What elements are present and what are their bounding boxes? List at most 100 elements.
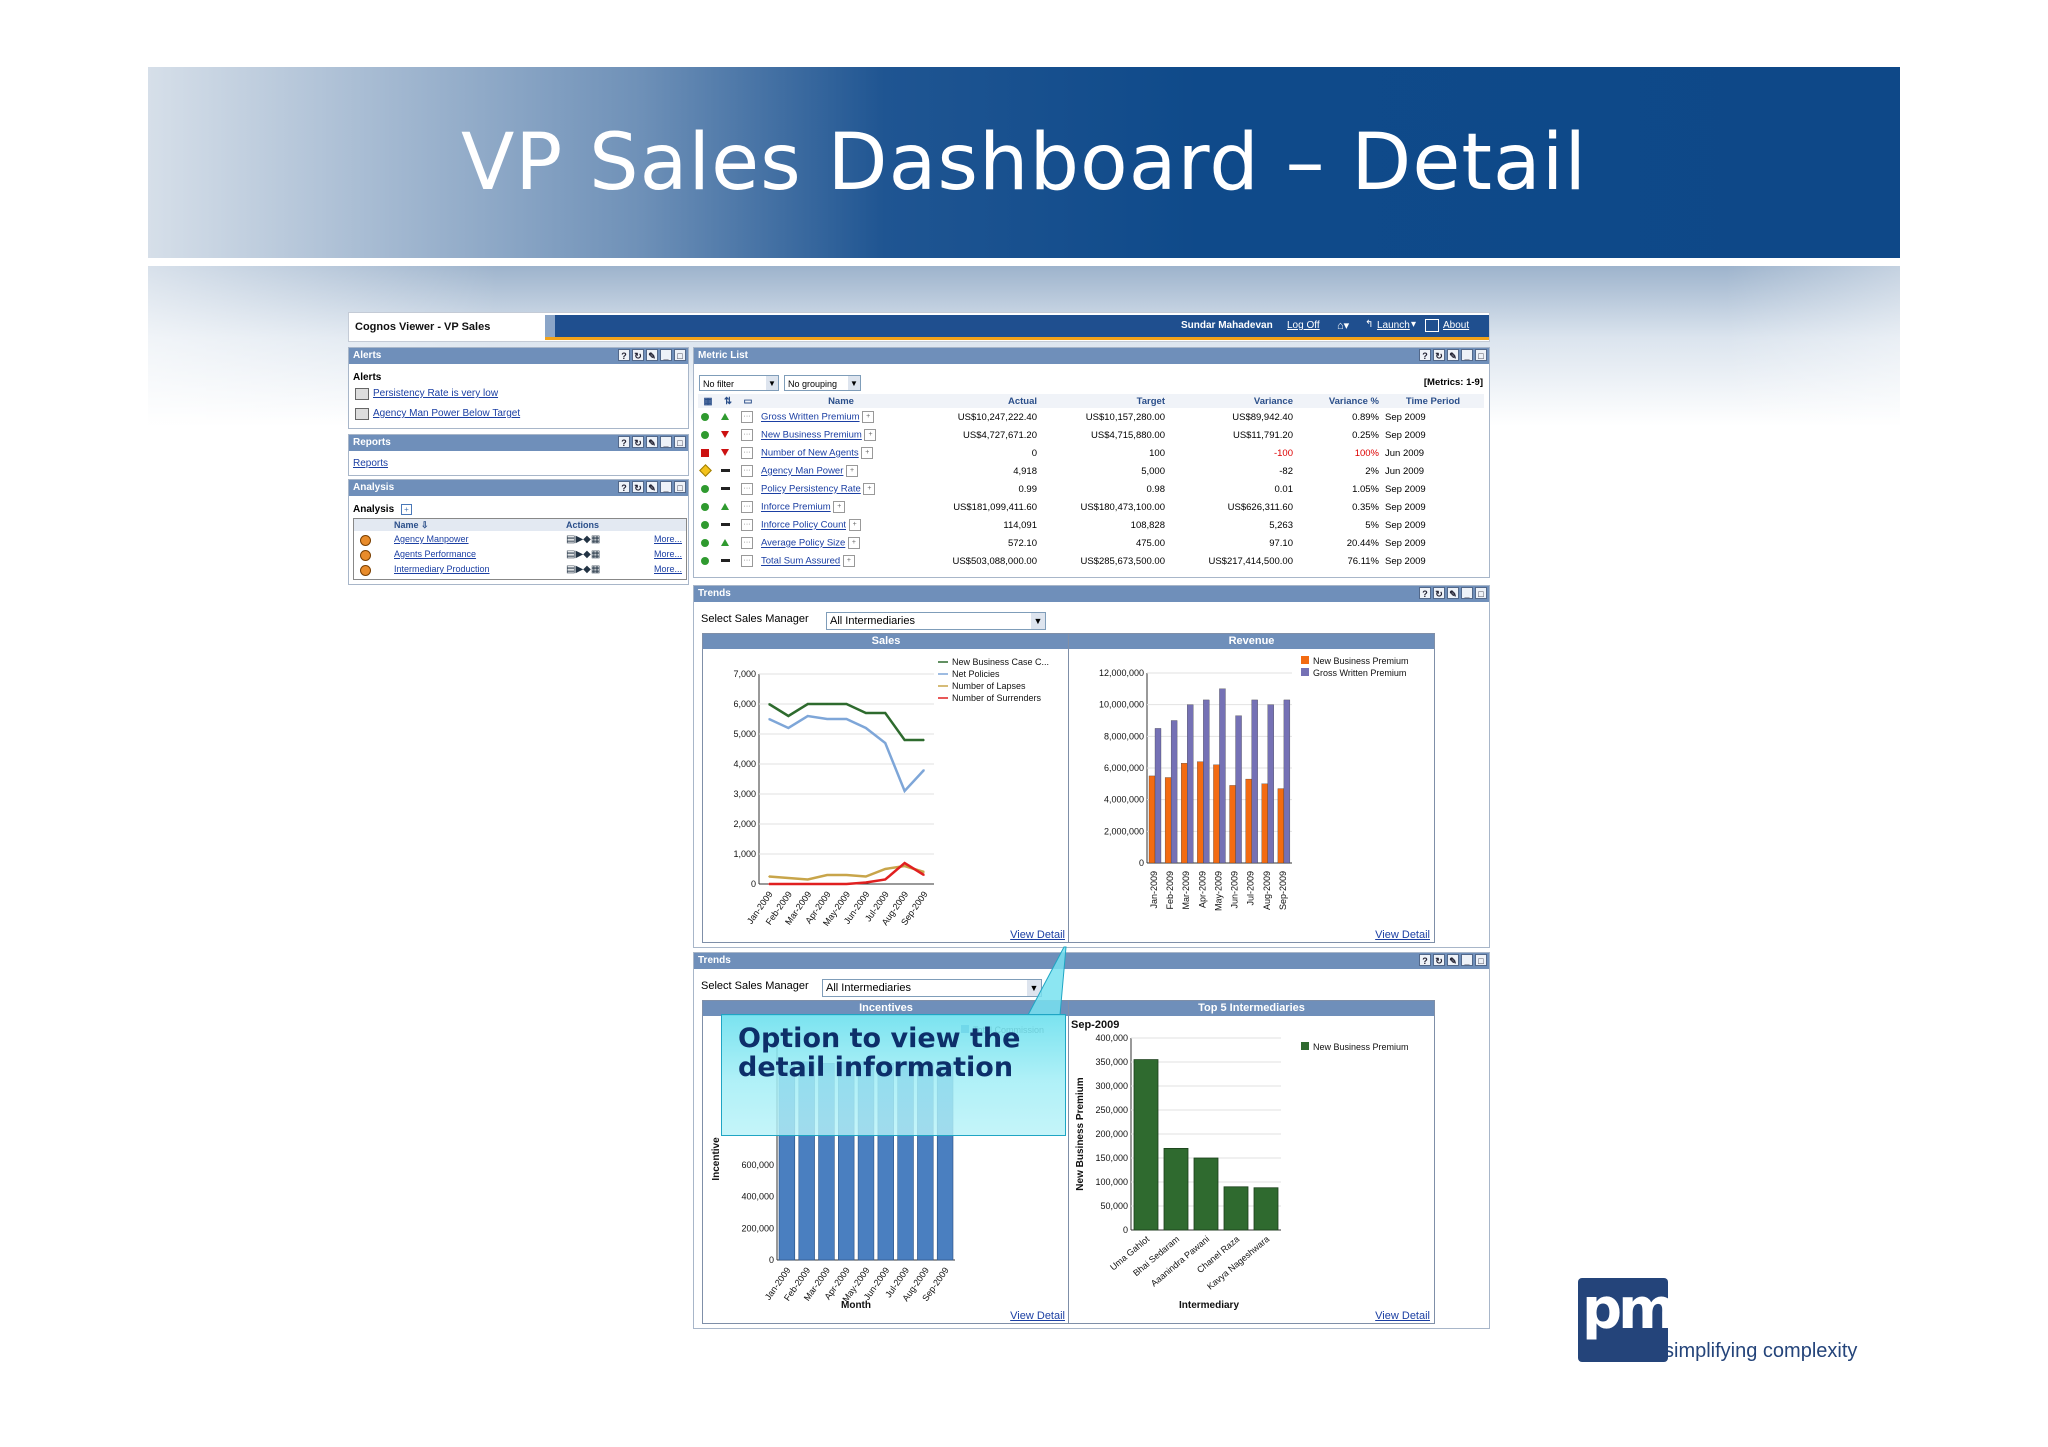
- analysis-item-agents-performance[interactable]: Agents Performance: [394, 549, 476, 559]
- maximize-icon[interactable]: □: [1475, 587, 1487, 599]
- status-green-icon: [701, 538, 709, 547]
- analysis-item-intermediary-production[interactable]: Intermediary Production: [394, 564, 490, 574]
- y-tick-label: 200,000: [1095, 1129, 1128, 1139]
- analysis-header: Analysis ? ↻ ✎ _ □: [349, 480, 688, 496]
- detail-col-icon[interactable]: ▭: [738, 394, 758, 408]
- col-variance[interactable]: Variance: [1168, 394, 1296, 408]
- refresh-icon[interactable]: ↻: [1433, 954, 1445, 966]
- maximize-icon[interactable]: □: [674, 481, 686, 493]
- metric-name-link[interactable]: Agency Man Power: [761, 466, 843, 477]
- edit-icon[interactable]: ✎: [646, 436, 658, 448]
- minimize-icon[interactable]: _: [660, 481, 672, 493]
- help-icon[interactable]: ?: [1419, 587, 1431, 599]
- maximize-icon[interactable]: □: [1475, 349, 1487, 361]
- row-menu-icon[interactable]: ···: [741, 411, 753, 423]
- run-icon[interactable]: ▤▶◆▦: [566, 549, 600, 560]
- minimize-icon[interactable]: _: [1461, 587, 1473, 599]
- expand-icon[interactable]: +: [848, 519, 861, 531]
- edit-icon[interactable]: ✎: [1447, 587, 1459, 599]
- edit-icon[interactable]: ✎: [646, 481, 658, 493]
- minimize-icon[interactable]: _: [1461, 349, 1473, 361]
- col-name[interactable]: Name: [758, 394, 924, 408]
- col-target[interactable]: Target: [1040, 394, 1168, 408]
- expand-icon[interactable]: +: [833, 501, 846, 513]
- row-menu-icon[interactable]: ···: [741, 465, 753, 477]
- launch-dropdown-icon[interactable]: ▾: [1411, 319, 1416, 330]
- analysis-item-agency-manpower[interactable]: Agency Manpower: [394, 534, 469, 544]
- minimize-icon[interactable]: _: [660, 349, 672, 361]
- analysis-table: Name ⇩ Actions Agency Manpower ▤▶◆▦ More…: [353, 518, 687, 580]
- filter-select[interactable]: No filter ▼: [699, 375, 779, 391]
- help-icon[interactable]: ?: [618, 436, 630, 448]
- sales-manager-select[interactable]: All Intermediaries ▼: [826, 612, 1046, 630]
- metric-name-link[interactable]: Total Sum Assured: [761, 556, 840, 567]
- col-variance-pct[interactable]: Variance %: [1296, 394, 1382, 408]
- legend-label: Gross Written Premium: [1313, 668, 1406, 678]
- data-point: [768, 883, 770, 885]
- row-menu-icon[interactable]: ···: [741, 501, 753, 513]
- status-green-icon: [701, 520, 709, 529]
- metric-name-link[interactable]: Policy Persistency Rate: [761, 484, 861, 495]
- help-icon[interactable]: ?: [1419, 349, 1431, 361]
- refresh-icon[interactable]: ↻: [632, 481, 644, 493]
- expand-icon[interactable]: +: [846, 465, 859, 477]
- help-icon[interactable]: ?: [618, 349, 630, 361]
- alert-item-persistency[interactable]: Persistency Rate is very low: [373, 388, 498, 399]
- view-detail-link[interactable]: View Detail: [1375, 929, 1430, 941]
- about-link[interactable]: About: [1443, 320, 1469, 331]
- maximize-icon[interactable]: □: [674, 349, 686, 361]
- minimize-icon[interactable]: _: [1461, 954, 1473, 966]
- edit-icon[interactable]: ✎: [1447, 954, 1459, 966]
- analysis-more-link[interactable]: More...: [654, 549, 682, 559]
- maximize-icon[interactable]: □: [1475, 954, 1487, 966]
- expand-icon[interactable]: +: [863, 483, 876, 495]
- run-icon[interactable]: ▤▶◆▦: [566, 564, 600, 575]
- metric-name-link[interactable]: Inforce Premium: [761, 502, 831, 513]
- help-icon[interactable]: ?: [618, 481, 630, 493]
- analysis-more-link[interactable]: More...: [654, 534, 682, 544]
- revenue-chart-title: Revenue: [1069, 634, 1434, 649]
- view-detail-link[interactable]: View Detail: [1010, 1310, 1065, 1322]
- trend-col-icon[interactable]: ⇅: [718, 394, 738, 408]
- row-menu-icon[interactable]: ···: [741, 483, 753, 495]
- row-menu-icon[interactable]: ···: [741, 537, 753, 549]
- alert-item-agency-manpower[interactable]: Agency Man Power Below Target: [373, 408, 520, 419]
- analysis-col-name[interactable]: Name ⇩: [394, 520, 429, 531]
- grouping-select[interactable]: No grouping ▼: [784, 375, 861, 391]
- reports-link[interactable]: Reports: [353, 458, 388, 469]
- log-off-link[interactable]: Log Off: [1287, 320, 1320, 331]
- refresh-icon[interactable]: ↻: [1433, 587, 1445, 599]
- row-menu-icon[interactable]: ···: [741, 519, 753, 531]
- analysis-more-link[interactable]: More...: [654, 564, 682, 574]
- row-menu-icon[interactable]: ···: [741, 447, 753, 459]
- analysis-expand-icon[interactable]: +: [401, 504, 412, 515]
- view-detail-link[interactable]: View Detail: [1375, 1310, 1430, 1322]
- launch-link[interactable]: Launch: [1377, 320, 1410, 331]
- expand-icon[interactable]: +: [861, 447, 874, 459]
- status-col-icon[interactable]: ▦: [698, 394, 718, 408]
- col-time-period[interactable]: Time Period: [1382, 394, 1484, 408]
- home-icon[interactable]: ⌂▾: [1337, 319, 1349, 332]
- minimize-icon[interactable]: _: [660, 436, 672, 448]
- col-actual[interactable]: Actual: [924, 394, 1040, 408]
- view-detail-link[interactable]: View Detail: [1010, 929, 1065, 941]
- metric-name-link[interactable]: Inforce Policy Count: [761, 520, 846, 531]
- run-icon[interactable]: ▤▶◆▦: [566, 534, 600, 545]
- refresh-icon[interactable]: ↻: [1433, 349, 1445, 361]
- edit-icon[interactable]: ✎: [1447, 349, 1459, 361]
- expand-icon[interactable]: +: [847, 537, 860, 549]
- expand-icon[interactable]: +: [864, 429, 877, 441]
- expand-icon[interactable]: +: [842, 555, 855, 567]
- edit-icon[interactable]: ✎: [646, 349, 658, 361]
- metric-name-link[interactable]: New Business Premium: [761, 430, 862, 441]
- metric-name-link[interactable]: Gross Written Premium: [761, 412, 860, 423]
- help-icon[interactable]: ?: [1419, 954, 1431, 966]
- row-menu-icon[interactable]: ···: [741, 429, 753, 441]
- refresh-icon[interactable]: ↻: [632, 436, 644, 448]
- refresh-icon[interactable]: ↻: [632, 349, 644, 361]
- metric-name-link[interactable]: Number of New Agents: [761, 448, 859, 459]
- expand-icon[interactable]: +: [862, 411, 875, 423]
- metric-name-link[interactable]: Average Policy Size: [761, 538, 845, 549]
- maximize-icon[interactable]: □: [674, 436, 686, 448]
- row-menu-icon[interactable]: ···: [741, 555, 753, 567]
